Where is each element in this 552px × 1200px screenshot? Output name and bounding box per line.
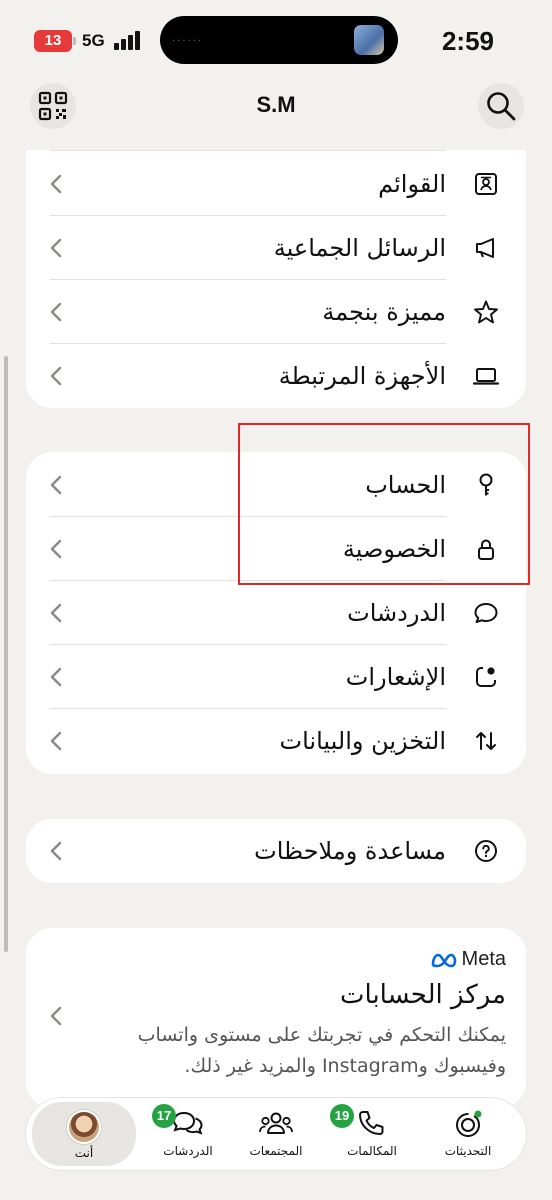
tab-you[interactable]: أنت <box>32 1102 136 1166</box>
chevron-left-icon <box>50 841 62 861</box>
menu-item-starred[interactable]: مميزة بنجمة <box>26 280 526 344</box>
contacts-list-icon <box>472 170 500 198</box>
menu-item-broadcasts[interactable]: الرسائل الجماعية <box>26 216 526 280</box>
tab-label: التحديثات <box>444 1144 492 1158</box>
menu-item-notifications[interactable]: الإشعارات <box>26 645 526 709</box>
menu-item-chats[interactable]: الدردشات <box>26 581 526 645</box>
meta-logo-icon <box>431 953 456 967</box>
island-app-icon <box>354 25 384 55</box>
tab-updates[interactable]: التحديثات <box>418 1098 518 1170</box>
chevron-left-icon <box>50 238 62 258</box>
menu-item-label: التخزين والبيانات <box>279 727 447 755</box>
accounts-center-card[interactable]: Meta مركز الحسابات يمكنك التحكم في تجربت… <box>26 928 526 1108</box>
battery-tip <box>73 37 76 45</box>
chevron-left-icon <box>50 174 62 194</box>
avatar <box>67 1110 101 1144</box>
chat-bubble-icon <box>472 599 500 627</box>
laptop-icon <box>472 362 500 390</box>
chevron-left-icon <box>50 539 62 559</box>
menu-item-label: مساعدة وملاحظات <box>254 837 446 865</box>
menu-item-label: الدردشات <box>347 599 446 627</box>
tab-communities[interactable]: المجتمعات <box>226 1098 326 1170</box>
chevron-left-icon <box>50 302 62 322</box>
tab-label: أنت <box>74 1146 94 1160</box>
search-button[interactable] <box>478 83 524 129</box>
tab-label: المجتمعات <box>249 1144 303 1158</box>
calls-badge: 19 <box>330 1104 354 1128</box>
highlight-annotation <box>238 423 530 585</box>
status-bar: 13 5G ······ 2:59 <box>0 0 552 84</box>
communities-icon <box>259 1112 293 1134</box>
meta-brand: Meta <box>430 948 506 971</box>
chevron-left-icon <box>50 366 62 386</box>
menu-item-label: الأجهزة المرتبطة <box>278 362 446 390</box>
menu-item-label: القوائم <box>378 170 446 198</box>
tab-calls[interactable]: 19 المكالمات <box>322 1098 422 1170</box>
chevron-left-icon <box>50 475 62 495</box>
star-icon <box>472 298 500 326</box>
accounts-center-title: مركز الحسابات <box>340 980 506 1010</box>
bottom-navigation: أنت 17 الدردشات المجتمعات 19 المكالمات ا… <box>26 1098 526 1170</box>
meta-brand-label: Meta <box>461 948 506 970</box>
menu-item-label: مميزة بنجمة <box>322 298 446 326</box>
island-dots: ······ <box>172 36 204 47</box>
battery-indicator: 13 <box>34 30 72 52</box>
status-time: 2:59 <box>441 26 494 56</box>
chevron-left-icon <box>50 1006 62 1026</box>
chevron-left-icon <box>50 603 62 623</box>
settings-group-1: القوائم الرسائل الجماعية مميزة بنجمة الأ… <box>26 150 526 408</box>
menu-item-label: الإشعارات <box>345 663 446 691</box>
menu-item-label: الرسائل الجماعية <box>273 234 446 262</box>
tab-label: الدردشات <box>163 1144 213 1158</box>
tab-chats[interactable]: 17 الدردشات <box>138 1098 238 1170</box>
scroll-indicator[interactable] <box>4 356 8 952</box>
notification-icon <box>472 663 500 691</box>
chevron-left-icon <box>50 731 62 751</box>
updates-icon <box>456 1110 482 1137</box>
chats-badge: 17 <box>152 1104 176 1128</box>
menu-item-lists[interactable]: القوائم <box>26 152 526 216</box>
megaphone-icon <box>472 234 500 262</box>
menu-item-linked-devices[interactable]: الأجهزة المرتبطة <box>26 344 526 408</box>
network-type: 5G <box>82 31 105 50</box>
menu-item-storage[interactable]: التخزين والبيانات <box>26 709 526 773</box>
signal-icon <box>114 30 142 50</box>
accounts-center-description: يمكنك التحكم في تجربتك على مستوى واتساب … <box>137 1024 506 1077</box>
tab-label: المكالمات <box>347 1144 397 1158</box>
phone-icon <box>359 1111 384 1135</box>
search-icon <box>487 92 516 121</box>
menu-item-help[interactable]: مساعدة وملاحظات <box>26 819 526 883</box>
dynamic-island: ······ <box>160 16 398 64</box>
storage-arrows-icon <box>472 727 500 755</box>
chevron-left-icon <box>50 667 62 687</box>
page-title: S.M <box>256 92 296 117</box>
settings-group-3: مساعدة وملاحظات <box>26 819 526 883</box>
help-icon <box>472 837 500 865</box>
